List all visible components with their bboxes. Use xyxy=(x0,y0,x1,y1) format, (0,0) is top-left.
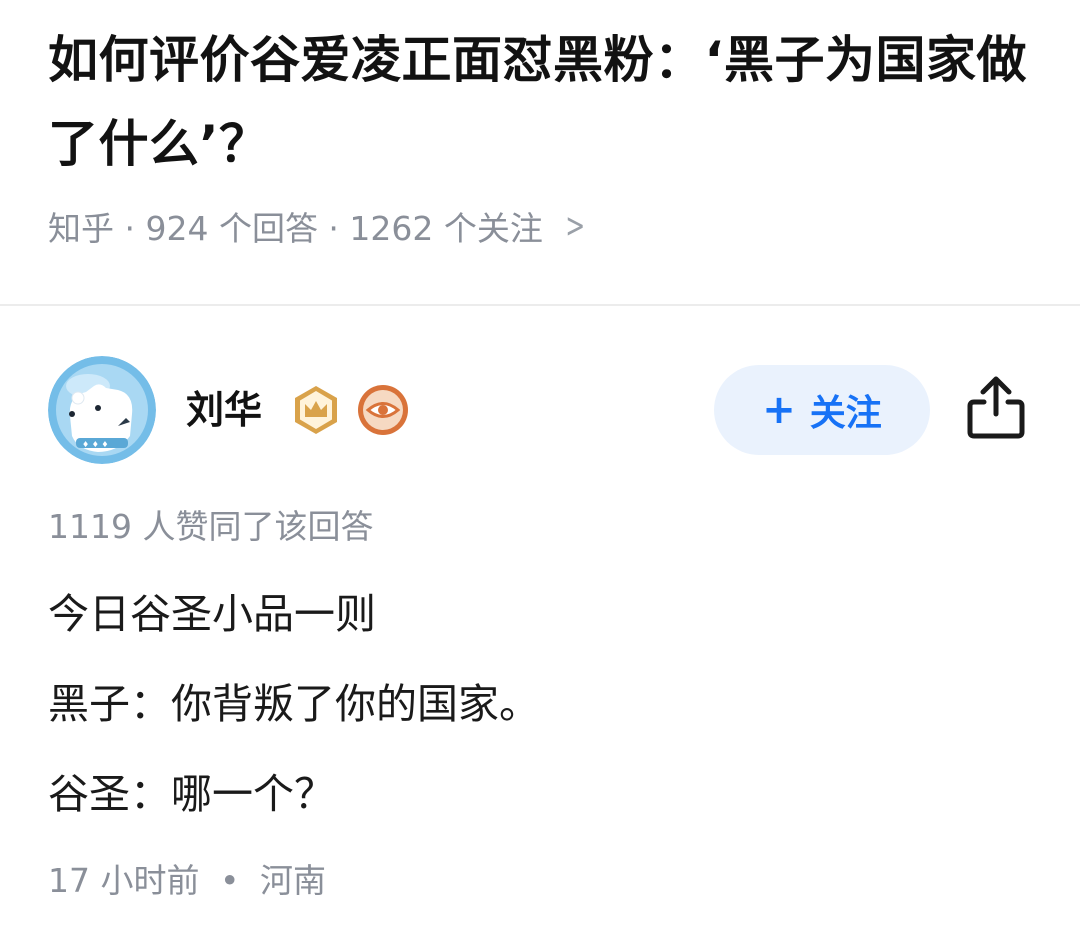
post-location: 河南 xyxy=(259,861,326,900)
answer-paragraph: 今日谷圣小品一则 xyxy=(48,590,376,638)
answer-paragraph: 谷圣：哪一个？ xyxy=(48,770,335,818)
author-row: ♦ ♦ ♦ 刘华 + 关注 xyxy=(48,356,1038,468)
section-divider xyxy=(0,304,1080,306)
share-icon[interactable] xyxy=(966,374,1026,440)
question-title[interactable]: 如何评价谷爱凌正面怼黑粉：‘黑子为国家做了什么’？ xyxy=(48,18,1038,186)
question-meta-text: 知乎 · 924 个回答 · 1262 个关注 xyxy=(48,209,543,248)
post-time: 17 小时前 xyxy=(48,861,200,900)
plus-icon: + xyxy=(762,387,796,433)
crown-badge-icon[interactable] xyxy=(290,384,342,436)
answer-paragraph: 黑子：你背叛了你的国家。 xyxy=(48,680,540,728)
author-name[interactable]: 刘华 xyxy=(186,384,262,436)
answer-content[interactable]: 今日谷圣小品一则 黑子：你背叛了你的国家。 谷圣：哪一个？ xyxy=(48,584,1038,854)
follow-label: 关注 xyxy=(809,393,882,434)
polar-bear-avatar-icon: ♦ ♦ ♦ xyxy=(48,356,156,464)
meta-separator: • xyxy=(219,861,240,900)
post-meta: 17 小时前 • 河南 xyxy=(48,856,326,906)
chevron-right-icon: > xyxy=(565,206,586,246)
eye-badge-icon[interactable] xyxy=(356,383,410,437)
vote-count: 1119 人赞同了该回答 xyxy=(48,507,374,546)
follow-button[interactable]: + 关注 xyxy=(714,365,930,455)
question-header: 如何评价谷爱凌正面怼黑粉：‘黑子为国家做了什么’？ xyxy=(48,18,1038,186)
question-meta-link[interactable]: 知乎 · 924 个回答 · 1262 个关注 > xyxy=(48,200,589,252)
svg-text:♦ ♦ ♦: ♦ ♦ ♦ xyxy=(82,440,109,449)
author-avatar[interactable]: ♦ ♦ ♦ xyxy=(48,356,156,464)
